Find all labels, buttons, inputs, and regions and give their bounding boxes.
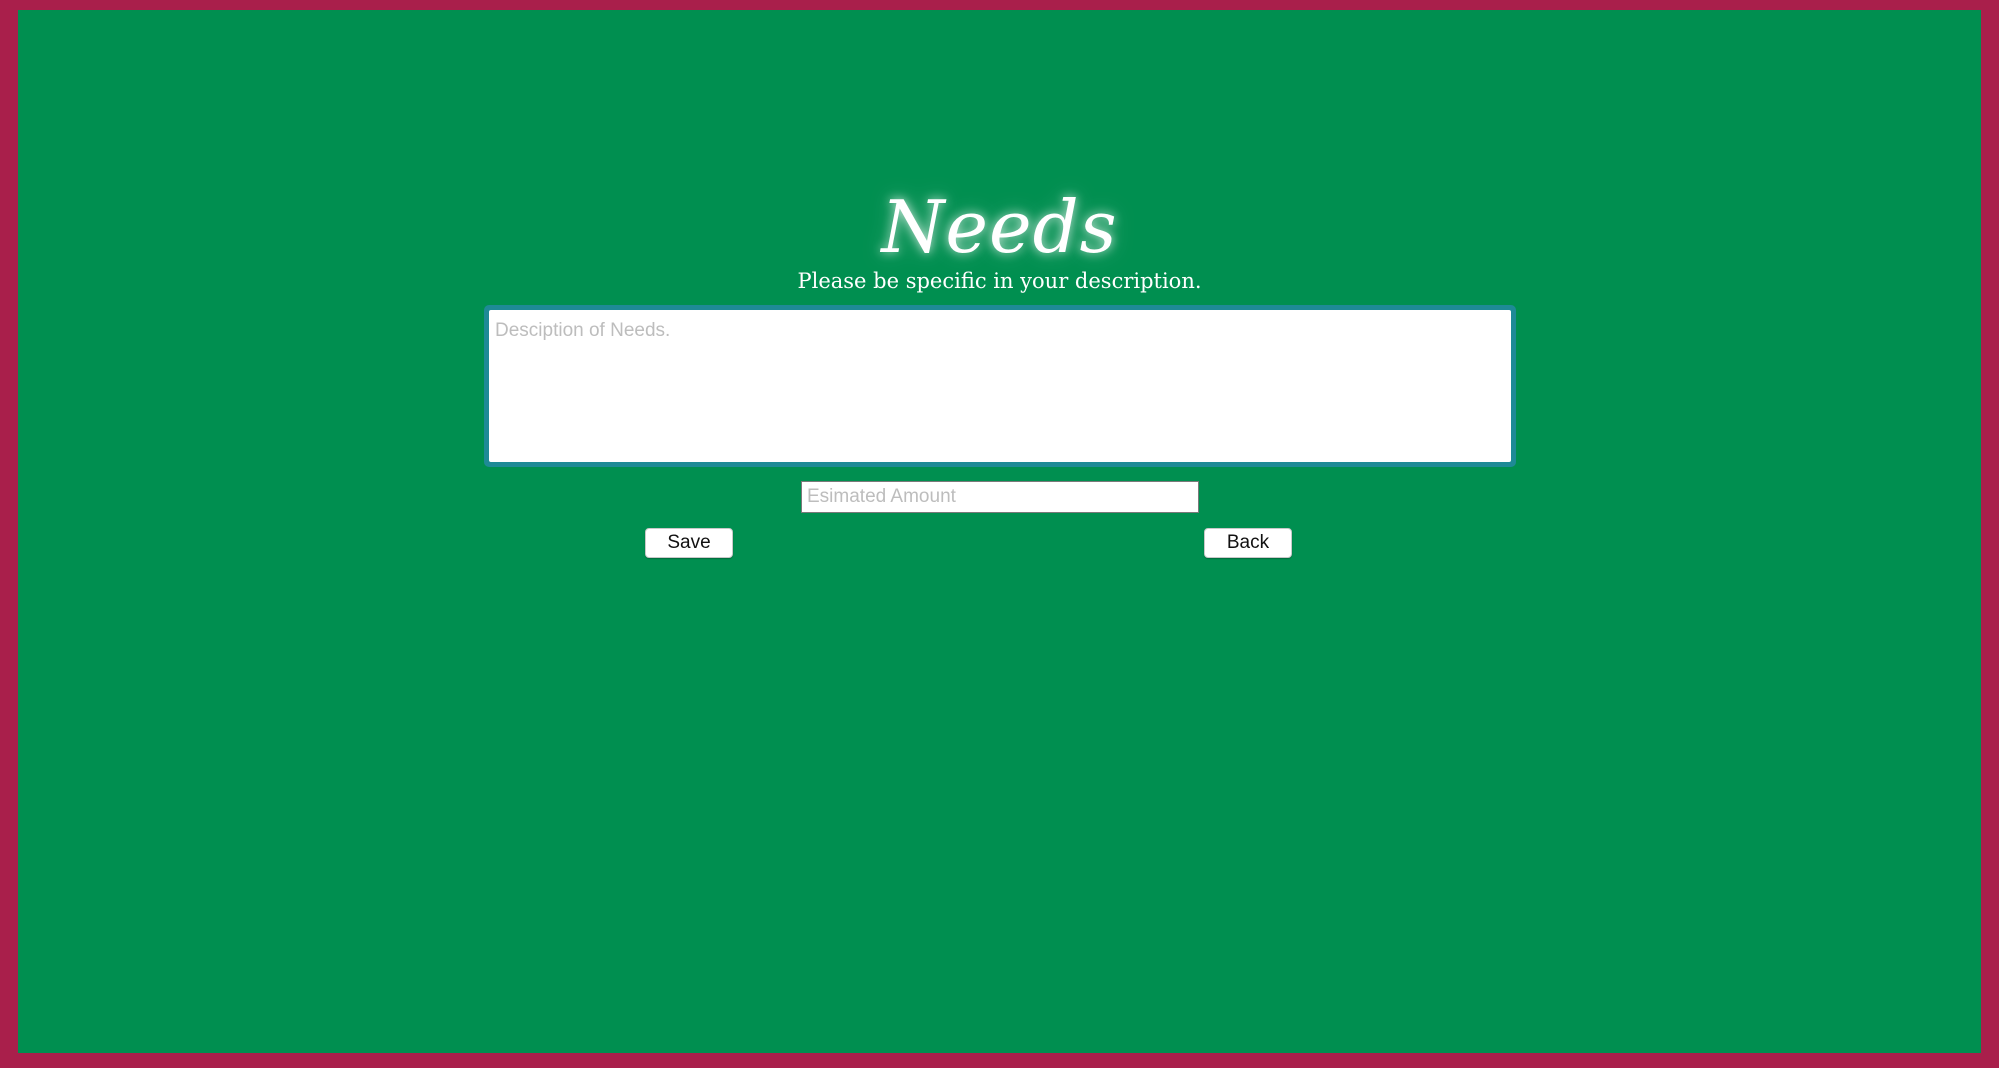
- page-subtitle: Please be specific in your description.: [797, 269, 1202, 293]
- page-title: Needs: [881, 185, 1118, 269]
- description-textarea[interactable]: [489, 310, 1511, 462]
- page-background: { "page": { "title": "Needs", "subtitle"…: [0, 0, 1999, 1068]
- save-button[interactable]: Save: [645, 528, 733, 558]
- estimated-amount-input[interactable]: [801, 481, 1199, 513]
- description-focus-ring: [484, 305, 1516, 467]
- main-panel: [18, 10, 1981, 1053]
- back-button[interactable]: Back: [1204, 528, 1292, 558]
